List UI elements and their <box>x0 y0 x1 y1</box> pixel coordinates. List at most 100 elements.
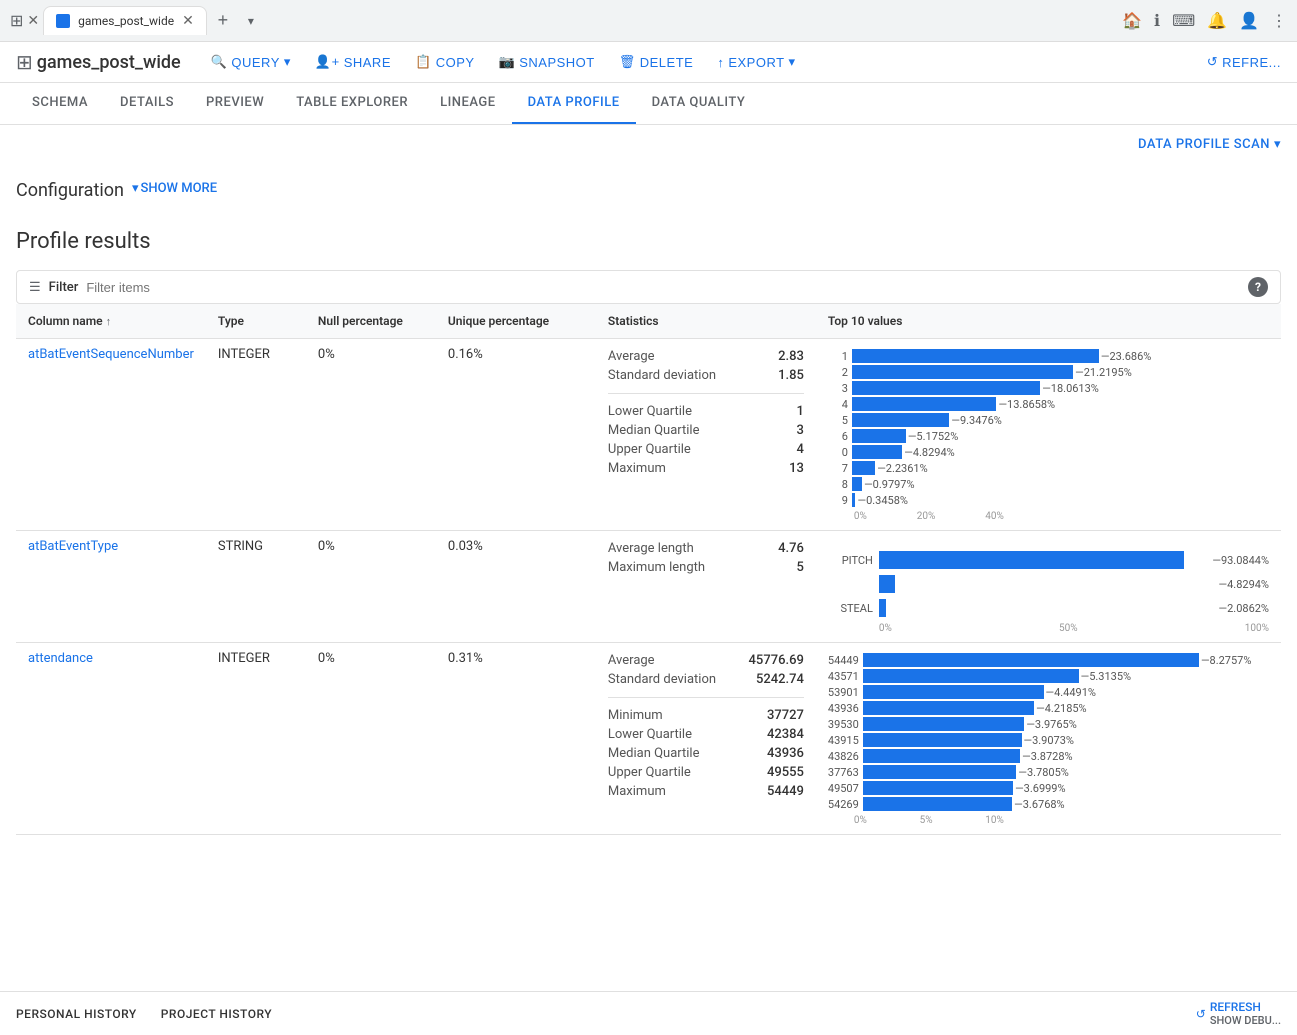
show-more-chevron-icon: ▾ <box>132 181 139 196</box>
stat-row: Standard deviation5242.74 <box>608 670 804 689</box>
stat-value: 2.83 <box>778 349 804 364</box>
bar-row: 39530—3.9765% <box>828 717 1269 731</box>
stat-label: Maximum <box>608 461 666 476</box>
bar-container: —21.2195% <box>852 365 1269 379</box>
delete-button[interactable]: 🗑 DELETE <box>609 50 704 74</box>
stat-value: 1.85 <box>778 368 804 383</box>
more-tabs-button[interactable]: ▾ <box>239 9 263 33</box>
bottom-refresh-button[interactable]: ↺ REFRESH Show debu... <box>1196 1000 1281 1027</box>
cell-null-pct: 0% <box>306 531 436 643</box>
bar-row: 54269—3.6768% <box>828 797 1269 811</box>
stat-row: Minimum37727 <box>608 706 804 725</box>
bar-pct-label: —3.6999% <box>1015 782 1065 795</box>
bar <box>852 413 949 427</box>
bar-pct-label: —4.4491% <box>1046 686 1096 699</box>
chrome-profile-icon[interactable]: 👤 <box>1239 11 1259 30</box>
bar-container: —5.1752% <box>852 429 1269 443</box>
tab-close-btn[interactable]: ✕ <box>182 13 194 29</box>
stat-label: Upper Quartile <box>608 442 691 457</box>
chrome-keyboard-icon[interactable]: ⌨ <box>1172 11 1195 30</box>
bar-pct-label: —4.2185% <box>1036 702 1086 715</box>
share-button[interactable]: 👤+ SHARE <box>305 50 401 74</box>
bar-label: 54449 <box>828 654 859 667</box>
bar-row: 8—0.9797% <box>828 477 1269 491</box>
stat-value: 4 <box>797 442 804 457</box>
cell-type: STRING <box>206 531 306 643</box>
tab-data-quality[interactable]: DATA QUALITY <box>636 83 762 124</box>
query-button[interactable]: 🔍 QUERY ▾ <box>201 50 301 74</box>
new-tab-button[interactable]: + <box>211 9 235 33</box>
cell-unique-pct: 0.03% <box>436 531 596 643</box>
bar-container: —8.2757% <box>863 653 1269 667</box>
bar-pct-label: —9.3476% <box>951 414 1001 427</box>
help-icon[interactable]: ? <box>1248 277 1268 297</box>
cell-top10: 1—23.686%2—21.2195%3—18.0613%4—13.8658%5… <box>816 339 1281 531</box>
chrome-home-icon[interactable]: 🏠 <box>1122 11 1142 30</box>
tab-close-home[interactable]: ✕ <box>27 13 39 29</box>
bar-label: 8 <box>828 478 848 491</box>
bar <box>852 397 997 411</box>
bar <box>863 749 1020 763</box>
tab-lineage[interactable]: LINEAGE <box>424 83 512 124</box>
bar-container: —3.8728% <box>863 749 1269 763</box>
data-table: Column name ↑ Type Null percentage Uniqu… <box>16 304 1281 835</box>
tab-db-icon <box>56 14 70 28</box>
snapshot-button[interactable]: 📷 SNAPSHOT <box>489 50 605 74</box>
chrome-notifications-icon[interactable]: 🔔 <box>1207 11 1227 30</box>
stat-value: 43936 <box>767 746 804 761</box>
cell-statistics: Average length4.76Maximum length5 <box>596 531 816 643</box>
tab-preview[interactable]: PREVIEW <box>190 83 280 124</box>
bar-container: —2.2361% <box>852 461 1269 475</box>
chrome-info-icon[interactable]: ℹ <box>1154 11 1160 30</box>
active-tab[interactable]: games_post_wide ✕ <box>43 6 207 35</box>
tab-data-profile[interactable]: DATA PROFILE <box>512 83 636 124</box>
bar <box>863 765 1017 779</box>
tab-schema[interactable]: SCHEMA <box>16 83 104 124</box>
export-chevron-icon: ▾ <box>789 54 796 70</box>
stat-label: Maximum length <box>608 560 705 575</box>
personal-history-tab[interactable]: PERSONAL HISTORY <box>16 1007 137 1021</box>
stat-row: Average 2.83 <box>608 347 804 366</box>
copy-button[interactable]: 📋 COPY <box>405 50 485 74</box>
refresh-button[interactable]: ↺ REFRE... <box>1207 54 1281 70</box>
bar <box>852 349 1099 363</box>
col-header-name[interactable]: Column name ↑ <box>16 304 206 339</box>
bar-label: 9 <box>828 494 848 507</box>
home-tab[interactable]: ⊞ ✕ <box>10 11 39 30</box>
main-content: DATA PROFILE SCAN ▾ Configuration ▾ SHOW… <box>0 125 1297 885</box>
export-button[interactable]: ↑ EXPORT ▾ <box>707 50 805 74</box>
tab-details[interactable]: DETAILS <box>104 83 190 124</box>
show-more-button[interactable]: ▾ SHOW MORE <box>132 181 217 196</box>
hbar-bar <box>879 599 886 617</box>
stat-value: 1 <box>797 404 804 419</box>
stat-row: Average length4.76 <box>608 539 804 558</box>
table-row: attendanceINTEGER0%0.31%Average45776.69S… <box>16 643 1281 835</box>
chrome-menu-icon[interactable]: ⋮ <box>1271 11 1287 30</box>
bar-pct-label: —8.2757% <box>1201 654 1251 667</box>
query-chevron-icon: ▾ <box>284 54 291 70</box>
bar <box>852 461 875 475</box>
refresh-icon: ↺ <box>1207 54 1218 70</box>
data-profile-scan-button[interactable]: DATA PROFILE SCAN ▾ <box>1138 137 1281 152</box>
bar <box>863 685 1044 699</box>
hbar-pct-label: —4.8294% <box>1219 578 1269 591</box>
table-row: atBatEventTypeSTRING0%0.03%Average lengt… <box>16 531 1281 643</box>
col-header-top10: Top 10 values <box>816 304 1281 339</box>
filter-input[interactable] <box>86 280 1240 295</box>
bar-label: 6 <box>828 430 848 443</box>
project-history-tab[interactable]: PROJECT HISTORY <box>161 1007 272 1021</box>
bar <box>852 493 856 507</box>
stat-label: Lower Quartile <box>608 727 692 742</box>
stat-row: Upper Quartile49555 <box>608 763 804 782</box>
tab-table-explorer[interactable]: TABLE EXPLORER <box>280 83 424 124</box>
scan-chevron-icon: ▾ <box>1274 137 1281 152</box>
col-header-stats: Statistics <box>596 304 816 339</box>
active-tab-label: games_post_wide <box>78 14 174 28</box>
bar-label: 4 <box>828 398 848 411</box>
bar-pct-label: —3.9073% <box>1024 734 1074 747</box>
hbar-wrap <box>879 599 1213 617</box>
bar <box>852 445 902 459</box>
stat-label: Average <box>608 349 655 364</box>
stat-label: Median Quartile <box>608 423 700 438</box>
bar-row: 43826—3.8728% <box>828 749 1269 763</box>
